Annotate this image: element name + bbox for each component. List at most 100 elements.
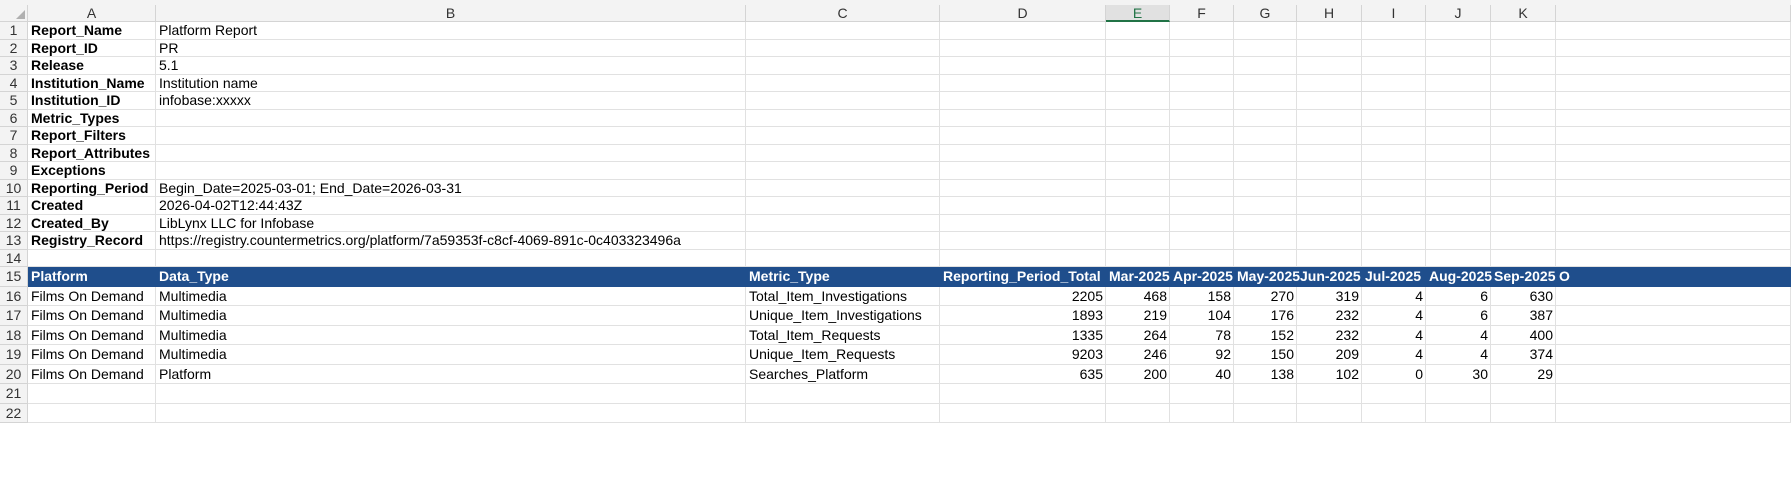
grid-cell[interactable] (1297, 403, 1362, 423)
grid-cell[interactable] (1491, 197, 1556, 215)
grid-cell[interactable] (1362, 384, 1426, 404)
row-header-5[interactable]: 5 (0, 92, 28, 110)
table-cell[interactable]: Total_Item_Requests (746, 326, 940, 346)
grid-cell[interactable] (1170, 92, 1234, 110)
metadata-value[interactable] (156, 110, 856, 128)
metadata-value[interactable]: Begin_Date=2025-03-01; End_Date=2026-03-… (156, 180, 856, 198)
grid-cell[interactable] (1362, 39, 1426, 57)
grid-cell[interactable] (1170, 144, 1234, 162)
grid-cell[interactable] (1556, 39, 1791, 57)
grid-cell[interactable] (1362, 144, 1426, 162)
grid-cell[interactable] (1106, 162, 1170, 180)
table-header-cell[interactable]: Apr-2025 (1170, 267, 1234, 287)
grid-cell[interactable] (1556, 74, 1791, 92)
table-cell[interactable]: 78 (1170, 326, 1234, 346)
grid-cell[interactable] (1556, 249, 1791, 267)
table-cell[interactable]: Multimedia (156, 345, 746, 365)
grid-cell[interactable] (1426, 179, 1491, 197)
row-header-11[interactable]: 11 (0, 197, 28, 215)
metadata-label[interactable]: Institution_ID (28, 92, 156, 110)
grid-cell[interactable] (1234, 22, 1297, 40)
table-header-cell[interactable]: Jun-2025 (1297, 267, 1362, 287)
row-header-21[interactable]: 21 (0, 384, 28, 404)
grid-cell[interactable] (1170, 384, 1234, 404)
grid-cell[interactable] (1170, 403, 1234, 423)
row-header-1[interactable]: 1 (0, 22, 28, 40)
grid-cell[interactable] (940, 57, 1106, 75)
table-cell[interactable]: 9203 (940, 345, 1106, 365)
column-header-l[interactable] (1556, 5, 1791, 22)
table-cell[interactable]: 387 (1491, 306, 1556, 326)
grid-cell[interactable] (1170, 127, 1234, 145)
grid-cell[interactable] (1491, 74, 1556, 92)
column-header-e[interactable]: E (1106, 5, 1170, 22)
table-cell[interactable]: 4 (1426, 345, 1491, 365)
grid-cell[interactable] (940, 92, 1106, 110)
grid-cell[interactable] (1556, 345, 1791, 365)
table-cell[interactable]: 1893 (940, 306, 1106, 326)
table-cell[interactable]: Films On Demand (28, 345, 156, 365)
grid-cell[interactable] (940, 403, 1106, 423)
table-cell[interactable]: 209 (1297, 345, 1362, 365)
table-header-cell[interactable]: Mar-2025 (1106, 267, 1170, 287)
metadata-label[interactable]: Report_Name (28, 22, 156, 40)
metadata-value[interactable] (156, 145, 856, 163)
table-cell[interactable]: Multimedia (156, 287, 746, 307)
grid-cell[interactable] (1426, 57, 1491, 75)
table-cell[interactable]: 2205 (940, 287, 1106, 307)
grid-cell[interactable] (1106, 179, 1170, 197)
grid-cell[interactable] (1297, 22, 1362, 40)
grid-cell[interactable] (1234, 162, 1297, 180)
grid-cell[interactable] (156, 384, 746, 404)
grid-cell[interactable] (1491, 127, 1556, 145)
grid-cell[interactable] (1234, 384, 1297, 404)
table-header-cell[interactable]: Data_Type (156, 267, 746, 287)
grid-cell[interactable] (1556, 325, 1791, 345)
grid-cell[interactable] (1170, 162, 1234, 180)
row-header-2[interactable]: 2 (0, 39, 28, 57)
grid-cell[interactable] (1297, 127, 1362, 145)
grid-cell[interactable] (1491, 249, 1556, 267)
table-cell[interactable]: 374 (1491, 345, 1556, 365)
grid-cell[interactable] (1170, 214, 1234, 232)
grid-cell[interactable] (1234, 403, 1297, 423)
grid-cell[interactable] (746, 384, 940, 404)
grid-cell[interactable] (1426, 384, 1491, 404)
grid-cell[interactable] (1426, 214, 1491, 232)
grid-cell[interactable] (1234, 197, 1297, 215)
row-header-13[interactable]: 13 (0, 232, 28, 250)
table-cell[interactable]: 92 (1170, 345, 1234, 365)
table-cell[interactable]: 6 (1426, 306, 1491, 326)
grid-cell[interactable] (940, 232, 1106, 250)
grid-cell[interactable] (1556, 144, 1791, 162)
table-cell[interactable]: 152 (1234, 326, 1297, 346)
grid-cell[interactable] (1491, 179, 1556, 197)
row-header-18[interactable]: 18 (0, 325, 28, 345)
table-cell[interactable]: 176 (1234, 306, 1297, 326)
grid-cell[interactable] (1362, 162, 1426, 180)
table-cell[interactable]: Films On Demand (28, 365, 156, 385)
grid-cell[interactable] (1362, 57, 1426, 75)
metadata-value[interactable]: infobase:xxxxx (156, 92, 856, 110)
grid-cell[interactable] (1426, 249, 1491, 267)
metadata-value[interactable]: LibLynx LLC for Infobase (156, 215, 856, 233)
grid-cell[interactable] (1426, 197, 1491, 215)
grid-cell[interactable] (1362, 92, 1426, 110)
table-cell[interactable]: 158 (1170, 287, 1234, 307)
grid-cell[interactable] (1234, 39, 1297, 57)
grid-cell[interactable] (156, 249, 746, 267)
table-cell[interactable]: 0 (1362, 365, 1426, 385)
table-cell[interactable]: Films On Demand (28, 306, 156, 326)
table-cell[interactable]: 4 (1362, 345, 1426, 365)
table-cell[interactable]: 150 (1234, 345, 1297, 365)
grid-cell[interactable] (1556, 403, 1791, 423)
grid-cell[interactable] (1170, 232, 1234, 250)
column-header-h[interactable]: H (1297, 5, 1362, 22)
grid-cell[interactable] (1170, 74, 1234, 92)
grid-cell[interactable] (1556, 22, 1791, 40)
grid-cell[interactable] (1556, 214, 1791, 232)
grid-cell[interactable] (1297, 197, 1362, 215)
grid-cell[interactable] (1556, 364, 1791, 384)
table-cell[interactable]: 232 (1297, 306, 1362, 326)
row-header-6[interactable]: 6 (0, 109, 28, 127)
